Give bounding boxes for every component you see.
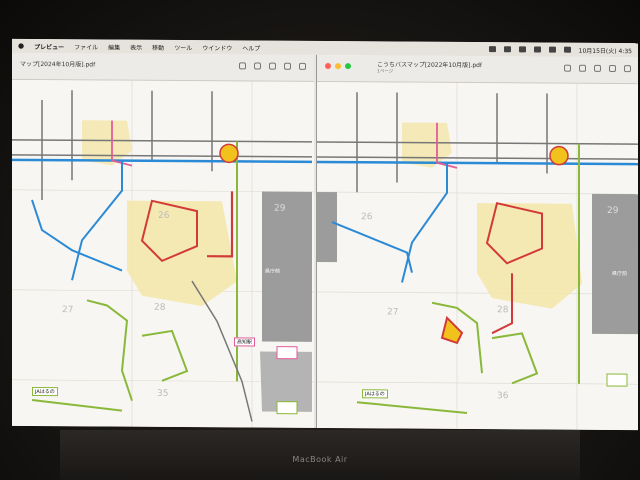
right-window-subtitle: 1ページ <box>377 69 394 75</box>
left-window-title: マップ[2024年10月版].pdf <box>20 60 96 69</box>
right-grid-label-27: 27 <box>387 307 399 318</box>
menu-tools[interactable]: ツール <box>174 42 192 51</box>
right-place-label: JAはるの <box>362 389 388 399</box>
search-icon[interactable] <box>548 46 556 53</box>
menu-window[interactable]: ウインドウ <box>202 43 232 52</box>
zoom-out-icon[interactable] <box>579 64 586 72</box>
menu-go[interactable]: 移動 <box>152 42 164 51</box>
menu-clock[interactable]: 10月15日(火) 4:35 <box>579 45 632 54</box>
user-icon[interactable] <box>503 46 511 53</box>
left-grid-label-28: 28 <box>154 302 166 313</box>
left-station-label: 高知駅 <box>234 337 256 347</box>
left-titlebar[interactable]: マップ[2024年10月版].pdf <box>12 52 314 82</box>
zoom-in-icon[interactable] <box>269 62 276 70</box>
cloud-icon[interactable] <box>488 46 496 53</box>
info-icon[interactable] <box>239 62 246 70</box>
right-grid-label-28: 28 <box>497 305 509 316</box>
markup-icon[interactable] <box>299 62 306 70</box>
left-place-label: JAはるの <box>32 386 58 397</box>
menu-help[interactable]: ヘルプ <box>242 43 260 52</box>
share-icon[interactable] <box>284 62 291 70</box>
right-kencho-label: 県庁前 <box>612 271 628 278</box>
menu-view[interactable]: 表示 <box>130 42 142 51</box>
laptop-screen: ● プレビュー ファイル 編集 表示 移動 ツール ウインドウ ヘルプ 10月1… <box>12 38 638 431</box>
control-center-icon[interactable] <box>563 46 571 53</box>
apple-menu-icon[interactable]: ● <box>18 42 24 50</box>
right-grid-label-36: 36 <box>497 391 509 402</box>
left-grid-label-26: 26 <box>158 210 170 221</box>
left-grid-label-35: 35 <box>157 388 169 399</box>
left-preview-window[interactable]: マップ[2024年10月版].pdf 26 28 29 27 35 JAはるの … <box>12 52 314 428</box>
menu-file[interactable]: ファイル <box>74 42 98 51</box>
wifi-icon[interactable] <box>533 46 541 53</box>
left-grid-label-29: 29 <box>274 203 286 214</box>
battery-icon[interactable] <box>518 46 526 53</box>
right-titlebar[interactable]: こうちバスマップ[2022年10月版].pdf 1ページ <box>317 54 638 85</box>
device-brand-label: MacBook Air <box>292 455 348 464</box>
left-map-svg <box>12 79 314 428</box>
info-icon[interactable] <box>564 64 571 72</box>
zoom-button[interactable] <box>345 63 351 70</box>
right-preview-window[interactable]: こうちバスマップ[2022年10月版].pdf 1ページ 26 28 29 27… <box>316 54 638 431</box>
left-grid-label-27: 27 <box>62 305 74 316</box>
right-bus-map[interactable]: 26 28 29 27 36 JAはるの 県庁前 <box>317 81 638 431</box>
markup-icon[interactable] <box>624 65 631 73</box>
menu-edit[interactable]: 編集 <box>108 42 120 51</box>
close-button[interactable] <box>325 63 331 70</box>
zoom-out-icon[interactable] <box>254 62 261 70</box>
share-icon[interactable] <box>609 64 616 73</box>
left-bus-map[interactable]: 26 28 29 27 35 JAはるの 高知駅 県庁前 <box>12 79 314 428</box>
right-grid-label-26: 26 <box>361 212 373 223</box>
menu-app-name[interactable]: プレビュー <box>34 41 64 50</box>
zoom-in-icon[interactable] <box>594 64 601 72</box>
minimize-button[interactable] <box>335 63 341 70</box>
right-grid-label-29: 29 <box>607 205 619 217</box>
left-kencho-label: 県庁前 <box>265 268 281 275</box>
right-map-svg <box>317 81 638 431</box>
